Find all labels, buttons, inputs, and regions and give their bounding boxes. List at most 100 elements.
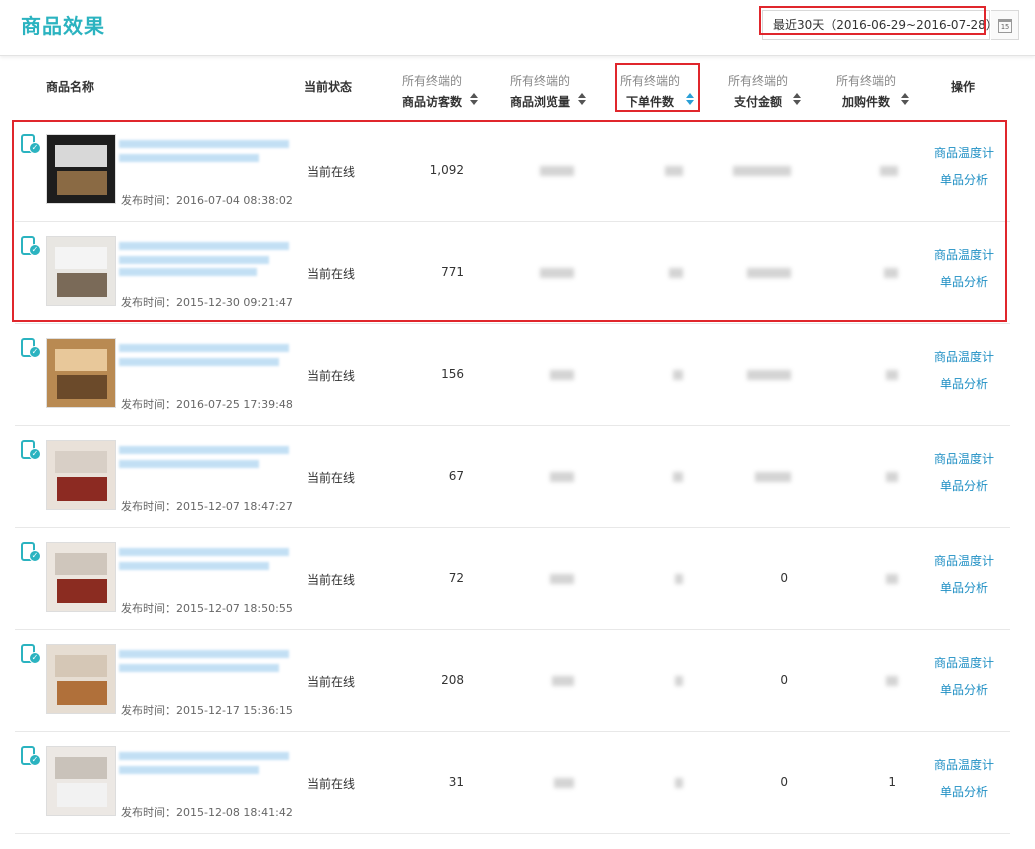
pageviews-blurred [554,778,574,788]
calendar-icon: 15 [998,19,1012,33]
product-title-blurred[interactable] [119,646,291,684]
publish-time: 发布时间：2015-12-30 09:21:47 [121,296,293,309]
product-title-blurred[interactable] [119,442,291,480]
column-header-payment[interactable]: 所有终端的 支付金额 [727,72,801,122]
publish-time: 发布时间：2015-12-17 15:36:15 [121,704,293,717]
payment-blurred [733,166,791,176]
product-thumbnail[interactable] [46,644,116,714]
check-icon: ✓ [29,448,41,460]
single-product-analysis-link[interactable]: 单品分析 [940,273,988,290]
status-text: 当前在线 [307,471,356,485]
product-thermometer-link[interactable]: 商品温度计 [934,144,994,161]
product-thumbnail[interactable] [46,542,116,612]
pageviews-blurred [550,472,574,482]
table-row: ✓ 发布时间：2015-12-30 09:21:47 当前在线 771 商品温度计 单品分… [15,222,1010,324]
sort-icon[interactable] [793,93,801,105]
column-header-orders-bottom: 下单件数 [625,95,674,109]
column-header-orders-top: 所有终端的 [619,74,680,88]
check-icon: ✓ [29,142,41,154]
visitors-value: 31 [448,775,464,789]
single-product-analysis-link[interactable]: 单品分析 [940,477,988,494]
status-text: 当前在线 [307,165,356,179]
pageviews-blurred [540,166,574,176]
product-thermometer-link[interactable]: 商品温度计 [934,450,994,467]
cart-blurred [886,676,898,686]
check-icon: ✓ [29,652,41,664]
single-product-analysis-link[interactable]: 单品分析 [940,579,988,596]
sort-icon[interactable] [470,93,478,105]
sort-icon[interactable] [901,93,909,105]
product-thermometer-link[interactable]: 商品温度计 [934,246,994,263]
column-header-payment-bottom: 支付金额 [733,95,782,109]
product-thermometer-link[interactable]: 商品温度计 [934,348,994,365]
status-text: 当前在线 [307,267,356,281]
orders-blurred [675,778,683,788]
column-header-visitors[interactable]: 所有终端的 商品访客数 [398,72,478,122]
column-header-cart-top: 所有终端的 [835,74,896,88]
mobile-check-icon: ✓ [21,542,41,562]
column-header-actions: 操作 [951,80,976,94]
column-header-cart-bottom: 加购件数 [841,95,890,109]
orders-blurred [675,574,683,584]
mobile-check-icon: ✓ [21,746,41,766]
sort-icon-active[interactable] [686,93,694,105]
product-title-blurred[interactable] [119,748,291,786]
column-header-name: 商品名称 [46,80,95,94]
publish-time: 发布时间：2015-12-08 18:41:42 [121,806,293,819]
date-range-picker[interactable]: 最近30天（2016-06-29~2016-07-28） [762,10,998,40]
check-icon: ✓ [29,550,41,562]
page-title: 商品效果 [21,14,105,38]
table-row: ✓ 发布时间：2015-12-07 18:47:27 当前在线 67 商品温度计 单品分析 [15,426,1010,528]
orders-blurred [665,166,683,176]
column-header-pageviews[interactable]: 所有终端的 商品浏览量 [506,72,586,122]
single-product-analysis-link[interactable]: 单品分析 [940,375,988,392]
payment-value: 0 [780,571,788,585]
single-product-analysis-link[interactable]: 单品分析 [940,783,988,800]
orders-blurred [669,268,683,278]
visitors-value: 67 [448,469,464,483]
status-text: 当前在线 [307,369,356,383]
payment-blurred [747,370,791,380]
product-thermometer-link[interactable]: 商品温度计 [934,756,994,773]
calendar-button[interactable]: 15 [991,10,1019,40]
column-header-visitors-bottom: 商品访客数 [401,95,462,109]
orders-blurred [673,370,683,380]
payment-value: 0 [780,673,788,687]
single-product-analysis-link[interactable]: 单品分析 [940,171,988,188]
cart-blurred [886,370,898,380]
product-thumbnail[interactable] [46,134,116,204]
product-thermometer-link[interactable]: 商品温度计 [934,654,994,671]
product-thermometer-link[interactable]: 商品温度计 [934,552,994,569]
column-header-cart[interactable]: 所有终端的 加购件数 [835,72,909,122]
payment-value: 0 [780,775,788,789]
visitors-value: 1,092 [429,163,464,177]
product-title-blurred[interactable] [119,238,291,276]
single-product-analysis-link[interactable]: 单品分析 [940,681,988,698]
visitors-value: 72 [448,571,464,585]
cart-blurred [886,472,898,482]
status-text: 当前在线 [307,675,356,689]
status-text: 当前在线 [307,777,356,791]
payment-blurred [755,472,791,482]
product-title-blurred[interactable] [119,136,291,174]
product-title-blurred[interactable] [119,544,291,582]
pageviews-blurred [550,370,574,380]
sort-icon[interactable] [578,93,586,105]
table-row: ✓ 发布时间：2015-12-17 15:36:15 当前在线 208 0 商品温度计 单品… [15,630,1010,732]
column-header-orders[interactable]: 所有终端的 下单件数 [618,72,694,122]
product-thumbnail[interactable] [46,440,116,510]
product-thumbnail[interactable] [46,338,116,408]
product-thumbnail[interactable] [46,236,116,306]
column-header-status: 当前状态 [304,80,353,94]
status-text: 当前在线 [307,573,356,587]
product-thumbnail[interactable] [46,746,116,816]
cart-value: 1 [888,775,896,789]
check-icon: ✓ [29,244,41,256]
mobile-check-icon: ✓ [21,134,41,154]
check-icon: ✓ [29,346,41,358]
table-row: ✓ 发布时间：2016-07-25 17:39:48 当前在线 156 商品温度计 单品分… [15,324,1010,426]
mobile-check-icon: ✓ [21,236,41,256]
pageviews-blurred [550,574,574,584]
publish-time: 发布时间：2015-12-07 18:50:55 [121,602,293,615]
product-title-blurred[interactable] [119,340,291,378]
